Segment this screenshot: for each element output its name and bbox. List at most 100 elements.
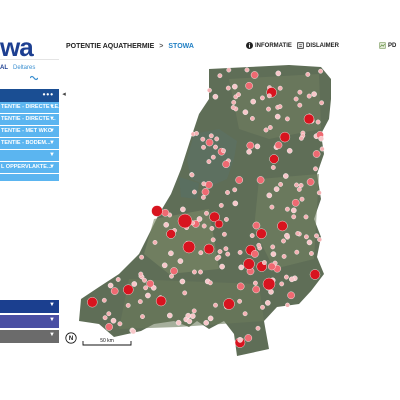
map-point[interactable] — [312, 150, 321, 158]
map-point[interactable] — [170, 267, 178, 275]
map-point[interactable] — [186, 318, 193, 325]
map-point[interactable] — [236, 282, 245, 291]
map-point[interactable] — [125, 302, 131, 308]
map-point[interactable] — [198, 269, 203, 275]
map-point[interactable] — [206, 87, 212, 93]
map-point[interactable] — [146, 279, 154, 288]
layer-item[interactable]: TENTIE - DIRECTE ... ▼ — [0, 114, 59, 126]
map-point[interactable] — [214, 255, 220, 261]
map-point[interactable] — [110, 317, 117, 324]
map-point[interactable] — [306, 178, 315, 186]
map-point[interactable] — [180, 206, 186, 213]
map-point[interactable] — [242, 109, 249, 116]
map-point[interactable] — [231, 83, 238, 90]
map-point[interactable] — [255, 325, 261, 331]
map-point[interactable] — [274, 113, 281, 120]
map-point[interactable] — [246, 149, 252, 155]
map-point[interactable] — [259, 95, 265, 101]
map-point[interactable] — [198, 250, 204, 256]
map-point[interactable] — [316, 190, 322, 196]
map-point[interactable] — [281, 253, 287, 259]
map-point[interactable] — [152, 239, 158, 245]
map-point[interactable] — [225, 190, 230, 195]
map-point[interactable] — [87, 296, 98, 308]
map-point[interactable] — [269, 204, 275, 210]
map-point[interactable] — [102, 315, 108, 321]
map-point[interactable] — [293, 96, 299, 102]
map-point[interactable] — [219, 263, 225, 270]
map-point[interactable] — [214, 219, 224, 229]
map-point[interactable] — [212, 93, 219, 100]
map-point[interactable] — [283, 274, 289, 280]
map-point[interactable] — [107, 282, 114, 289]
map-point[interactable] — [270, 244, 276, 250]
sidebar-collapse-button[interactable]: ◂ — [60, 90, 68, 100]
map-point[interactable] — [117, 321, 123, 327]
map-point[interactable] — [203, 319, 209, 326]
map-point[interactable] — [222, 160, 230, 168]
map-point[interactable] — [191, 269, 197, 275]
map-point[interactable] — [308, 251, 314, 256]
map-point[interactable] — [223, 246, 229, 252]
bottom-panel-3[interactable]: ▼ — [0, 330, 59, 344]
map-point[interactable] — [206, 159, 212, 165]
map-point[interactable] — [252, 221, 261, 230]
map-point[interactable] — [145, 292, 151, 299]
map-point[interactable] — [252, 280, 258, 286]
layer-item[interactable]: ▼ — [0, 150, 59, 162]
map-point[interactable] — [175, 319, 182, 326]
map-point[interactable] — [306, 239, 313, 246]
map-point[interactable] — [256, 228, 267, 239]
map-point[interactable] — [306, 93, 312, 99]
map-point[interactable] — [287, 291, 295, 300]
map-point[interactable] — [163, 221, 169, 228]
map-point[interactable] — [262, 277, 276, 291]
map-point[interactable] — [201, 144, 206, 150]
pdf-button[interactable]: PD — [379, 42, 396, 49]
map-point[interactable] — [204, 210, 209, 216]
map-point[interactable] — [290, 207, 297, 214]
map-point[interactable] — [177, 258, 184, 264]
map-point[interactable] — [189, 313, 196, 319]
map-point[interactable] — [223, 216, 229, 222]
map-point[interactable] — [194, 131, 199, 136]
map-point[interactable] — [286, 148, 293, 154]
map-point[interactable] — [297, 102, 303, 108]
map-point[interactable] — [244, 67, 250, 73]
map-point[interactable] — [131, 281, 138, 287]
map-point[interactable] — [177, 213, 193, 229]
map-point[interactable] — [298, 135, 304, 141]
map-point[interactable] — [179, 278, 186, 285]
map-point[interactable] — [155, 295, 167, 307]
map-point[interactable] — [161, 262, 168, 269]
map-point[interactable] — [182, 290, 188, 296]
map-point[interactable] — [230, 105, 236, 110]
map-point[interactable] — [285, 302, 290, 308]
layer-item[interactable]: L OPPERVLAKTE... ▼ — [0, 162, 59, 174]
map-point[interactable] — [151, 205, 163, 217]
map-point[interactable] — [254, 143, 261, 150]
map-point[interactable] — [221, 148, 226, 154]
map-point[interactable] — [213, 302, 218, 308]
map-point[interactable] — [299, 196, 305, 202]
map-point[interactable] — [281, 238, 286, 244]
map-point[interactable] — [294, 182, 299, 188]
map-point[interactable] — [205, 138, 214, 147]
map-point[interactable] — [201, 181, 207, 187]
map-point[interactable] — [296, 186, 302, 192]
map-point[interactable] — [207, 315, 214, 322]
layer-item[interactable]: TENTIE - DIRECTE LE... ▼ — [0, 102, 59, 114]
map-point[interactable] — [182, 240, 196, 254]
map-point[interactable] — [267, 262, 276, 271]
map-point[interactable] — [168, 250, 174, 257]
map-point[interactable] — [252, 285, 260, 294]
sidebar-menu-dots[interactable]: ••• — [43, 90, 54, 99]
info-button[interactable]: INFORMATIE — [246, 42, 292, 49]
map-point[interactable] — [237, 337, 243, 343]
map-point[interactable] — [249, 116, 255, 121]
map-point[interactable] — [243, 258, 255, 270]
map-point[interactable] — [314, 233, 319, 239]
map-point[interactable] — [225, 85, 231, 91]
map-point[interactable] — [221, 231, 227, 237]
map-point[interactable] — [319, 100, 324, 106]
